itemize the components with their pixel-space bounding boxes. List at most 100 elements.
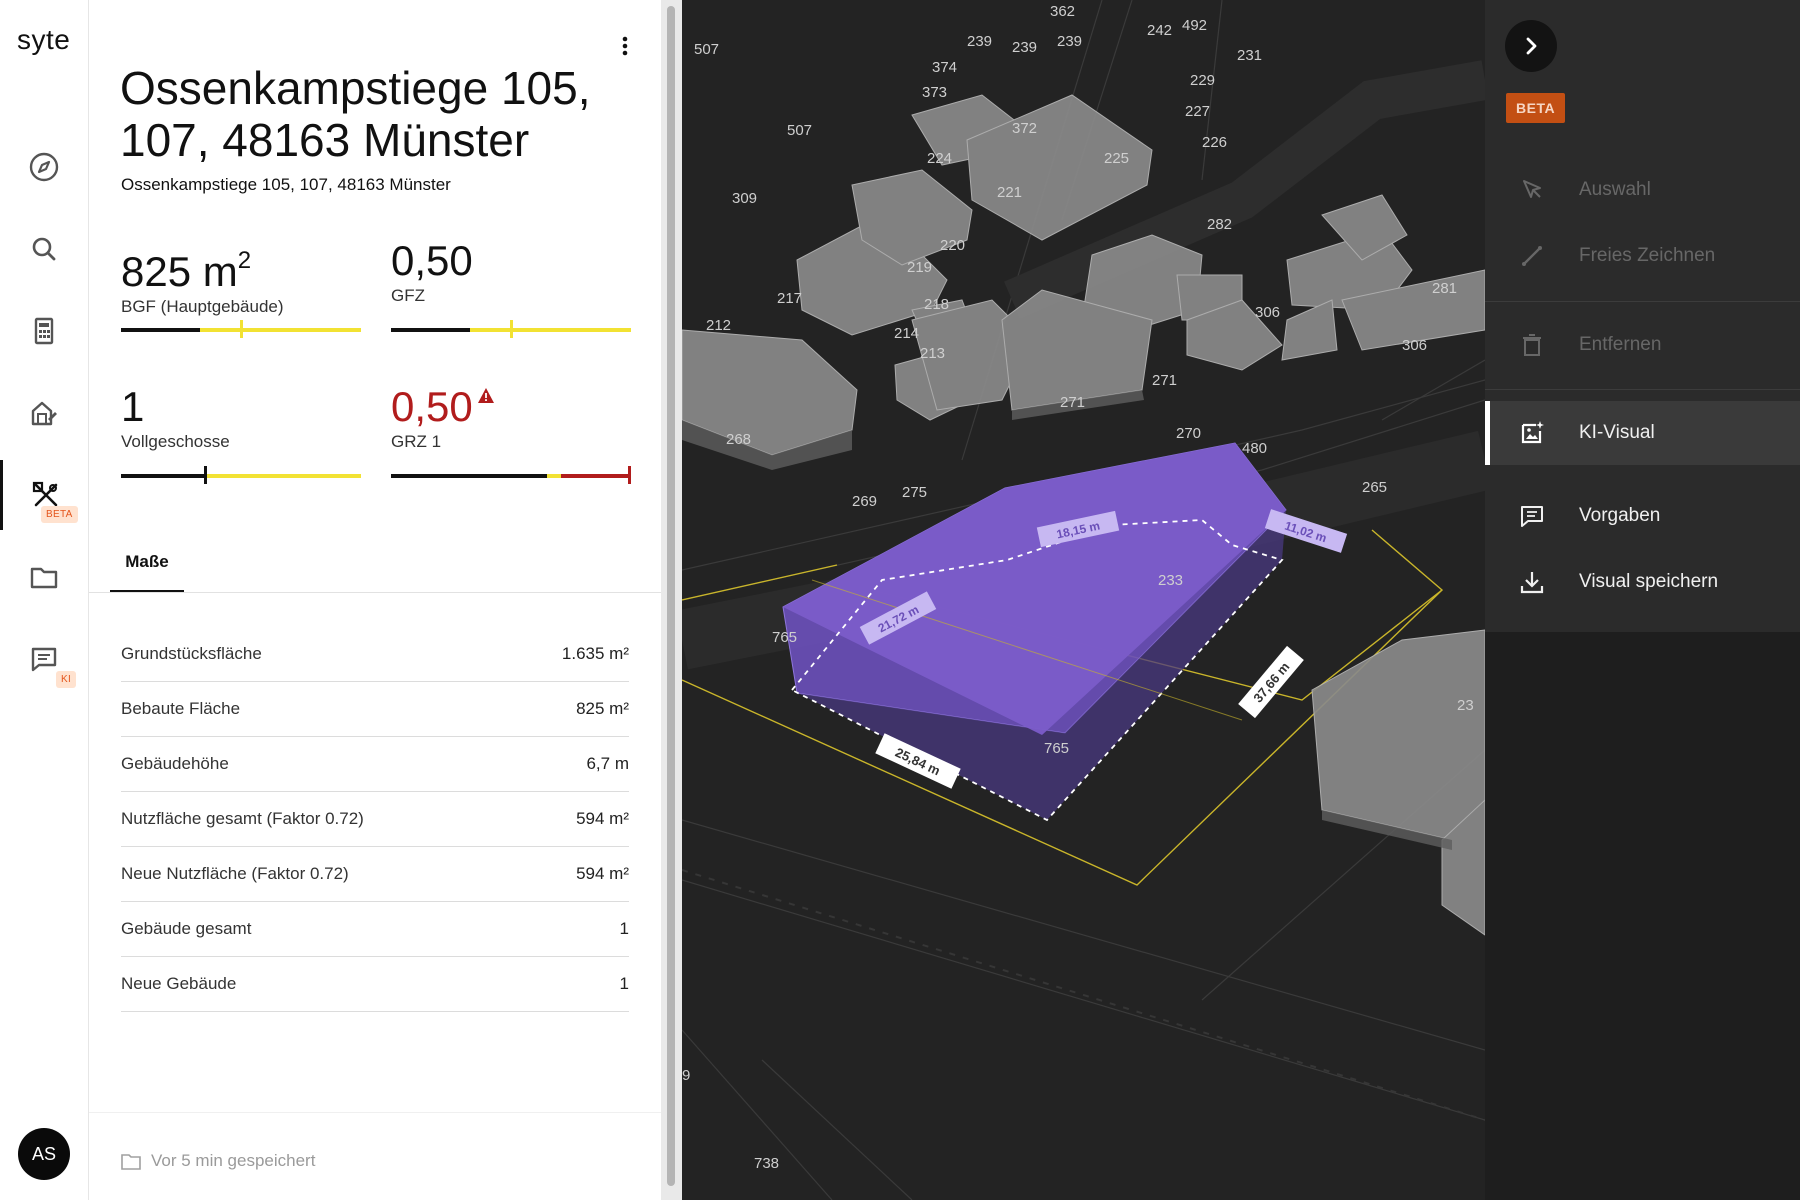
panel-scrollbar[interactable] — [667, 6, 675, 1186]
bar-overflow — [561, 474, 631, 478]
kebab-menu-icon — [622, 36, 628, 56]
tool-entfernen[interactable]: Entfernen — [1485, 313, 1800, 377]
metric-label: Vollgeschosse — [121, 432, 230, 451]
rail-building-button[interactable] — [0, 378, 88, 448]
chat-icon — [31, 647, 57, 672]
tool-freies-zeichnen[interactable]: Freies Zeichnen — [1485, 224, 1800, 288]
metric-value: 0,50 — [391, 384, 631, 430]
metric-bar-bgf — [121, 320, 361, 338]
row-value: 594 m² — [576, 809, 629, 828]
rail-assistant-button[interactable]: KI — [0, 624, 88, 694]
plot-number: 217 — [777, 290, 802, 307]
row-label: Bebaute Fläche — [121, 699, 241, 718]
tools-divider — [1485, 301, 1800, 302]
metric-value: 825 m2 — [121, 247, 252, 295]
rail-explore-button[interactable] — [0, 132, 88, 202]
row-value: 1.635 m² — [561, 644, 629, 663]
plot-number: 309 — [732, 190, 757, 207]
bar-remaining — [205, 474, 361, 478]
plot-number: 275 — [902, 484, 927, 501]
row-value: 1 — [619, 919, 629, 938]
line-draw-icon — [1522, 246, 1542, 266]
cursor-icon — [1523, 180, 1541, 198]
table-row: Neue Gebäude 1 — [121, 957, 629, 1012]
metric-gfz: 0,50 GFZ — [391, 238, 631, 306]
save-status-text: Vor 5 min gespeichert — [151, 1151, 316, 1170]
rail-projects-button[interactable] — [0, 542, 88, 612]
row-label: Neue Nutzfläche (Faktor 0.72) — [121, 864, 349, 883]
tool-label: Entfernen — [1579, 334, 1662, 355]
plot-number: 492 — [1182, 17, 1207, 34]
comment-icon — [1521, 506, 1543, 527]
table-row: Gebäude gesamt 1 — [121, 902, 629, 957]
row-label: Grundstücksfläche — [121, 644, 262, 663]
trash-icon — [1523, 334, 1541, 356]
plot-number: 221 — [997, 184, 1022, 201]
folder-icon — [30, 567, 58, 589]
plot-number: 306 — [1255, 304, 1280, 321]
plot-number: 214 — [894, 325, 919, 342]
tool-vorgaben[interactable]: Vorgaben — [1485, 484, 1800, 548]
rail-design-button[interactable]: BETA — [0, 460, 88, 530]
plot-number: 239 — [1057, 33, 1082, 50]
tool-auswahl[interactable]: Auswahl — [1485, 158, 1800, 222]
row-label: Neue Gebäude — [121, 974, 237, 993]
app-logo[interactable]: syte — [17, 24, 70, 56]
plot-number: 226 — [1202, 134, 1227, 151]
tools-divider — [1485, 389, 1800, 390]
plot-number: 213 — [920, 345, 945, 362]
tool-label: Freies Zeichnen — [1579, 245, 1716, 266]
warning-icon — [477, 388, 494, 403]
plot-number: 281 — [1432, 280, 1457, 297]
download-icon — [1520, 572, 1544, 594]
rail-calculator-button[interactable] — [0, 296, 88, 366]
row-label: Gebäudehöhe — [121, 754, 229, 773]
more-options-button[interactable] — [613, 32, 637, 60]
metric-bar-gfz — [391, 320, 631, 338]
table-row: Gebäudehöhe 6,7 m — [121, 737, 629, 792]
tool-visual-speichern[interactable]: Visual speichern — [1485, 550, 1800, 614]
plot-number: 765 — [772, 629, 797, 646]
bar-marker — [240, 320, 243, 338]
ai-image-icon — [1521, 421, 1544, 444]
table-row: Nutzfläche gesamt (Faktor 0.72) 594 m² — [121, 792, 629, 847]
metric-grz: 0,50 GRZ 1 — [391, 384, 631, 452]
plot-number: 212 — [706, 317, 731, 334]
row-value: 825 m² — [576, 699, 629, 718]
plot-number: 224 — [927, 150, 952, 167]
plot-number: 765 — [1044, 740, 1069, 757]
plot-number: 373 — [922, 84, 947, 101]
page-title: Ossenkampstiege 105, 107, 48163 Münster — [120, 62, 591, 166]
collapse-panel-button[interactable] — [1505, 20, 1557, 72]
folder-icon — [121, 1154, 141, 1170]
plot-number: 738 — [754, 1155, 779, 1172]
metric-label: BGF (Hauptgebäude) — [121, 297, 284, 316]
plot-number: 282 — [1207, 216, 1232, 233]
plot-number: 218 — [924, 296, 949, 313]
bar-remaining — [547, 474, 561, 478]
tab-masse[interactable]: Maße — [110, 540, 184, 592]
metric-label: GFZ — [391, 286, 425, 305]
tab-divider — [89, 592, 661, 593]
measurements-table: Grundstücksfläche 1.635 m² Bebaute Fläche… — [121, 627, 629, 1012]
plot-number: 23 — [1457, 697, 1474, 714]
metric-label: GRZ 1 — [391, 432, 442, 451]
map-canvas[interactable]: 362 507 239 239 239 242 492 231 374 373 … — [682, 0, 1485, 1200]
table-row: Neue Nutzfläche (Faktor 0.72) 594 m² — [121, 847, 629, 902]
tool-ki-visual[interactable]: KI-Visual — [1485, 401, 1800, 465]
metric-vollgeschosse: 1 Vollgeschosse — [121, 384, 361, 452]
map-3d-view[interactable]: 362 507 239 239 239 242 492 231 374 373 … — [682, 0, 1485, 1200]
rail-search-button[interactable] — [0, 214, 88, 284]
rail-ki-badge: KI — [56, 671, 77, 688]
bar-marker — [510, 320, 513, 338]
nav-rail: syte BETA KI AS — [0, 0, 89, 1200]
property-panel: Ossenkampstiege 105, 107, 48163 Münster … — [89, 0, 661, 1200]
plot-number: 231 — [1237, 47, 1262, 64]
row-label: Nutzfläche gesamt (Faktor 0.72) — [121, 809, 364, 828]
tool-label: Auswahl — [1579, 179, 1651, 200]
metric-bar-vollgeschosse — [121, 466, 361, 484]
save-status[interactable]: Vor 5 min gespeichert — [121, 1151, 315, 1171]
calculator-icon — [34, 317, 54, 345]
bar-marker — [204, 466, 207, 484]
user-avatar[interactable]: AS — [18, 1128, 70, 1180]
